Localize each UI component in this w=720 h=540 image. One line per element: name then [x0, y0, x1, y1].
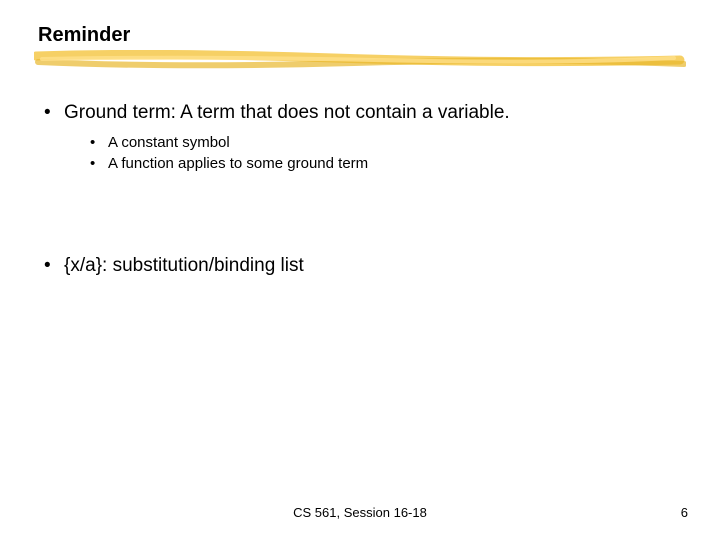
slide-content: Ground term: A term that does not contai…: [38, 100, 690, 285]
sub-bullet-list: A constant symbol A function applies to …: [64, 132, 690, 176]
sub-bullet-item: A function applies to some ground term: [64, 153, 690, 175]
page-number: 6: [681, 505, 688, 520]
title-underline-icon: [34, 50, 686, 72]
footer-text: CS 561, Session 16-18: [0, 505, 720, 520]
bullet-list: Ground term: A term that does not contai…: [38, 100, 690, 175]
bullet-item: {x/a}: substitution/binding list: [38, 253, 690, 279]
slide-title: Reminder: [38, 24, 130, 47]
bullet-text: Ground term: A term that does not contai…: [64, 102, 510, 123]
bullet-list: {x/a}: substitution/binding list: [38, 253, 690, 279]
bullet-text: {x/a}: substitution/binding list: [64, 255, 304, 276]
bullet-item: Ground term: A term that does not contai…: [38, 100, 690, 175]
sub-bullet-item: A constant symbol: [64, 132, 690, 154]
slide: Reminder Ground term: A term that does n…: [0, 0, 720, 540]
spacer: [38, 181, 690, 253]
